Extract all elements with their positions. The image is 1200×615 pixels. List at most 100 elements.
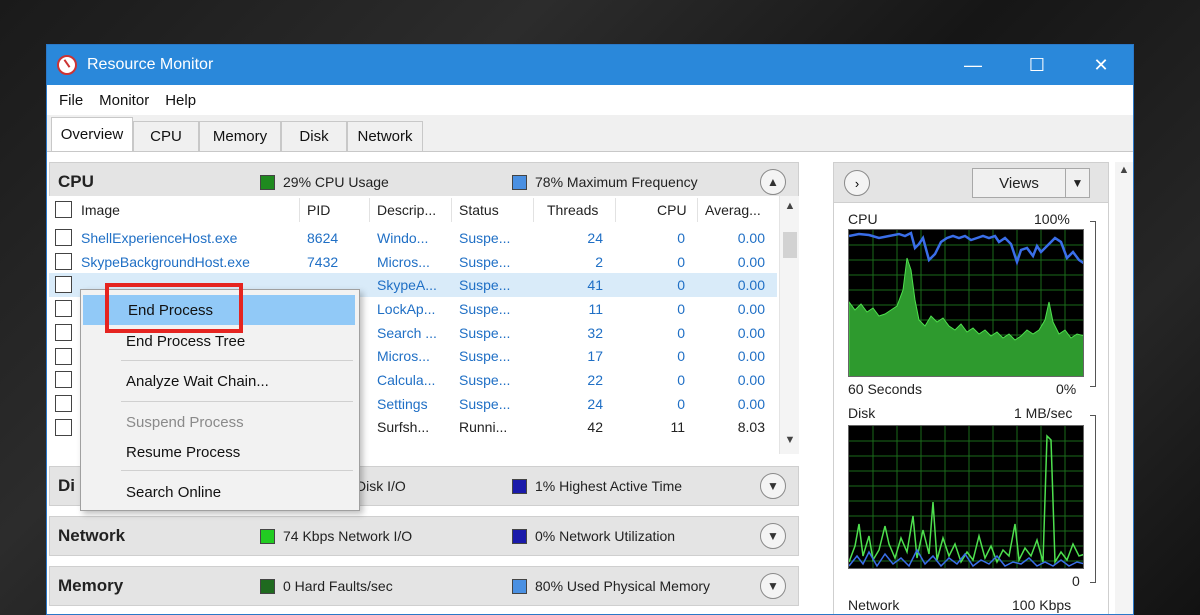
cpu-graph-plot (849, 230, 1083, 376)
cell-status: Suspe... (459, 395, 511, 412)
cpu-graph-label: CPU (848, 211, 878, 227)
context-menu-suspend-process: Suspend Process (126, 413, 244, 431)
column-header-image[interactable]: Image (81, 196, 120, 224)
network-graph-max: 100 Kbps (1012, 597, 1072, 613)
menu-monitor[interactable]: Monitor (95, 92, 153, 109)
maximize-button[interactable]: ☐ (1005, 45, 1069, 85)
window-title: Resource Monitor (87, 56, 214, 73)
views-label: Views (999, 174, 1039, 192)
cell-average: 0.00 (737, 372, 765, 389)
cell-description: Settings (377, 395, 428, 412)
memory-section-title: Memory (58, 576, 124, 595)
title-bar[interactable]: Resource Monitor — ☐ ✕ (47, 45, 1133, 85)
network-utilization-swatch (512, 528, 527, 544)
row-checkbox[interactable] (55, 276, 72, 294)
cell-description: Windo... (377, 229, 429, 246)
expand-panel-icon[interactable]: › (844, 170, 870, 196)
cell-status: Suspe... (459, 324, 511, 341)
column-separator (369, 198, 370, 222)
network-utilization-label: 0% Network Utilization (535, 528, 676, 544)
menu-bar: File Monitor Help (47, 85, 1133, 115)
column-separator (451, 198, 452, 222)
menu-help[interactable]: Help (161, 92, 200, 109)
scroll-down-icon[interactable]: ▼ (780, 434, 799, 446)
graphs-panel: › Views ▼ CPU 100% 60 Seconds 0% Disk 1 … (833, 162, 1109, 614)
row-checkbox[interactable] (55, 394, 72, 412)
memory-section-header[interactable]: Memory 0 Hard Faults/sec 80% Used Physic… (49, 566, 799, 606)
context-menu-separator (121, 470, 353, 471)
cell-cpu: 0 (677, 253, 685, 270)
cell-cpu: 0 (677, 229, 685, 246)
network-section-header[interactable]: Network 74 Kbps Network I/O 0% Network U… (49, 516, 799, 556)
context-menu-resume-process[interactable]: Resume Process (81, 438, 359, 466)
context-menu-analyze-wait-chain[interactable]: Analyze Wait Chain... (81, 367, 359, 395)
cell-cpu: 0 (677, 324, 685, 341)
tab-disk[interactable]: Disk (281, 121, 347, 151)
column-header-pid[interactable]: PID (307, 196, 330, 224)
context-menu-search-online[interactable]: Search Online (81, 478, 359, 506)
network-graph-label: Network (848, 597, 900, 613)
table-row[interactable]: ShellExperienceHost.exe 8624 Windo... Su… (49, 226, 777, 250)
row-checkbox[interactable] (55, 418, 72, 436)
select-all-checkbox[interactable] (55, 201, 72, 218)
column-header-cpu[interactable]: CPU (657, 196, 687, 224)
cell-cpu: 0 (677, 348, 685, 365)
menu-file[interactable]: File (55, 92, 87, 109)
physical-memory-label: 80% Used Physical Memory (535, 578, 711, 594)
cell-description: Micros... (377, 348, 430, 365)
resource-monitor-window: Resource Monitor — ☐ ✕ File Monitor Help… (46, 44, 1134, 615)
disk-graph-plot (849, 426, 1083, 568)
process-table-scrollbar[interactable]: ▲ ▼ (779, 196, 799, 454)
cell-average: 0.00 (737, 395, 765, 412)
row-checkbox[interactable] (55, 300, 72, 318)
views-dropdown[interactable]: Views ▼ (972, 168, 1090, 198)
scrollbar-thumb[interactable] (783, 232, 797, 258)
scroll-up-icon[interactable]: ▲ (780, 200, 799, 212)
disk-expand-button[interactable]: ▼ (760, 473, 786, 499)
column-header-status[interactable]: Status (459, 196, 499, 224)
cell-image: ShellExperienceHost.exe (81, 229, 238, 246)
row-checkbox[interactable] (55, 371, 72, 389)
network-section-title: Network (58, 526, 126, 545)
disk-graph (848, 425, 1084, 569)
scroll-up-icon[interactable]: ▲ (1115, 164, 1133, 176)
tab-memory[interactable]: Memory (199, 121, 281, 151)
cpu-graph-time-span: 60 Seconds (848, 381, 922, 397)
column-separator (533, 198, 534, 222)
row-checkbox[interactable] (55, 252, 72, 270)
cpu-usage-swatch (260, 174, 275, 190)
cell-average: 0.00 (737, 324, 765, 341)
disk-section-title: Di (58, 476, 75, 495)
cell-description: LockAp... (377, 300, 436, 317)
cell-cpu: 0 (677, 395, 685, 412)
tab-network[interactable]: Network (347, 121, 423, 151)
row-checkbox[interactable] (55, 229, 72, 246)
cpu-collapse-button[interactable]: ▲ (760, 169, 786, 195)
cell-description: Calcula... (377, 372, 436, 389)
cpu-section-title: CPU (58, 172, 94, 191)
column-header-threads[interactable]: Threads (547, 196, 598, 224)
column-separator (697, 198, 698, 222)
tab-cpu[interactable]: CPU (133, 121, 199, 151)
column-header-average[interactable]: Averag... (705, 196, 761, 224)
cell-description: Search ... (377, 324, 437, 341)
cell-status: Suspe... (459, 229, 511, 246)
memory-expand-button[interactable]: ▼ (760, 573, 786, 599)
close-button[interactable]: ✕ (1069, 45, 1133, 85)
graphs-panel-scrollbar[interactable]: ▲ (1115, 162, 1133, 614)
column-separator (615, 198, 616, 222)
minimize-button[interactable]: — (941, 45, 1005, 85)
row-checkbox[interactable] (55, 347, 72, 365)
active-time-swatch (512, 478, 527, 494)
cpu-graph-max: 100% (1034, 211, 1070, 227)
network-expand-button[interactable]: ▼ (760, 523, 786, 549)
cell-status: Runni... (459, 419, 508, 436)
table-row[interactable]: SkypeBackgroundHost.exe 7432 Micros... S… (49, 250, 777, 274)
row-checkbox[interactable] (55, 323, 72, 341)
cell-average: 0.00 (737, 253, 765, 270)
chevron-down-icon[interactable]: ▼ (1065, 169, 1089, 197)
resource-monitor-icon (57, 55, 77, 75)
cpu-graph-min: 0% (1056, 381, 1077, 397)
column-header-description[interactable]: Descrip... (377, 196, 436, 224)
tab-overview[interactable]: Overview (51, 117, 133, 151)
